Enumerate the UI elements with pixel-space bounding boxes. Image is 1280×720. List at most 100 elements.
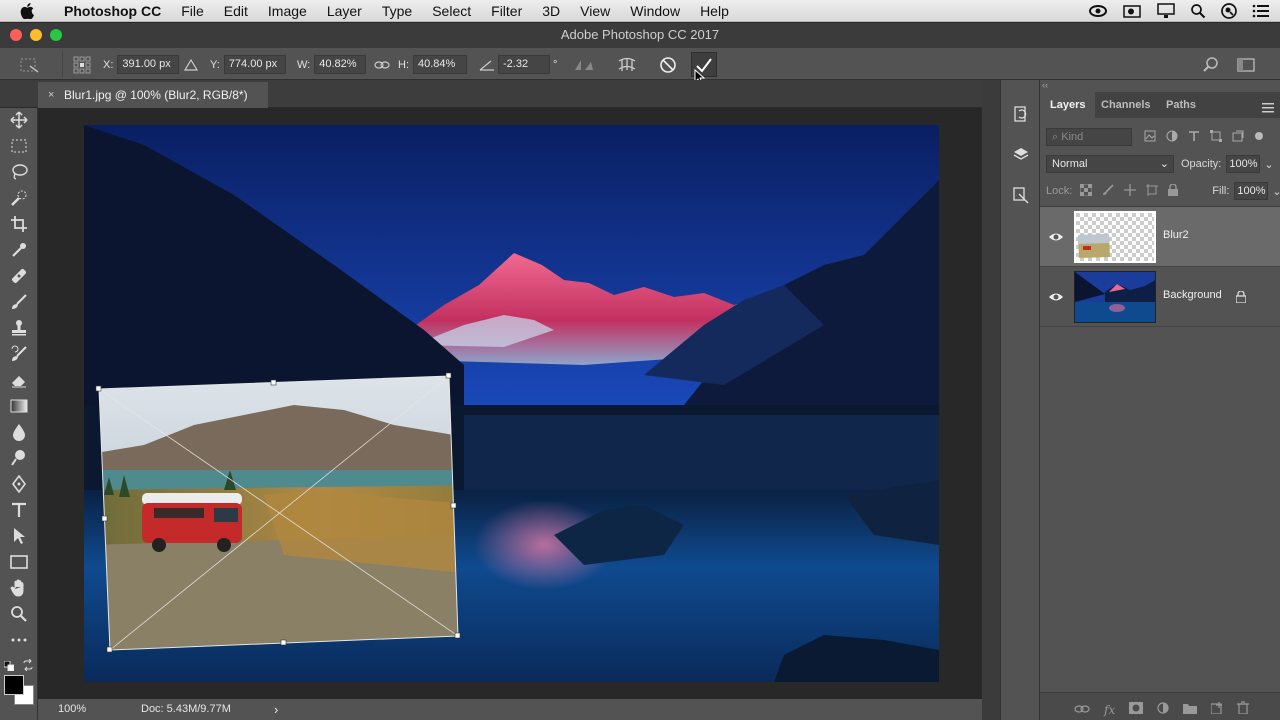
- workspace-icon[interactable]: [1237, 48, 1255, 81]
- status-menu-arrow[interactable]: ›: [274, 699, 278, 720]
- menu-select[interactable]: Select: [422, 0, 481, 22]
- more-tools-icon[interactable]: [9, 630, 29, 650]
- lock-image-icon[interactable]: [1102, 183, 1114, 199]
- tab-paths[interactable]: Paths: [1166, 92, 1196, 118]
- zoom-level[interactable]: 100%: [58, 699, 86, 720]
- default-colors-icon[interactable]: [3, 658, 15, 672]
- filter-adjustment-icon[interactable]: [1166, 130, 1178, 145]
- document-tab[interactable]: × Blur1.jpg @ 100% (Blur2, RGB/8*): [38, 82, 268, 108]
- menu-3d[interactable]: 3D: [532, 0, 570, 22]
- menu-type[interactable]: Type: [372, 0, 422, 22]
- filter-toggle-icon[interactable]: [1254, 131, 1264, 144]
- visibility-eye-icon[interactable]: [1048, 229, 1064, 245]
- fill-chevron-icon[interactable]: ⌄: [1272, 185, 1280, 198]
- warp-mode-icon[interactable]: [616, 48, 638, 81]
- minimize-window-button[interactable]: [30, 29, 42, 41]
- width-field[interactable]: 40.82%: [314, 55, 367, 74]
- link-icon[interactable]: [374, 48, 390, 81]
- menu-layer[interactable]: Layer: [317, 0, 372, 22]
- filter-shape-icon[interactable]: [1210, 129, 1222, 145]
- adjustment-layer-icon[interactable]: [1157, 701, 1169, 719]
- menu-help[interactable]: Help: [690, 0, 739, 22]
- lasso-tool-icon[interactable]: [9, 162, 29, 182]
- hand-tool-icon[interactable]: [9, 578, 29, 598]
- zoom-tool-icon[interactable]: [9, 604, 29, 624]
- close-document-icon[interactable]: ×: [48, 82, 54, 108]
- menu-file[interactable]: File: [171, 0, 214, 22]
- swap-colors-icon[interactable]: [22, 658, 34, 672]
- history-brush-tool-icon[interactable]: [9, 344, 29, 364]
- brush-tool-icon[interactable]: [9, 292, 29, 312]
- notification-center-icon[interactable]: [1252, 4, 1270, 18]
- opacity-chevron-icon[interactable]: ⌄: [1264, 158, 1273, 171]
- background-photo[interactable]: [84, 125, 939, 682]
- history-panel-icon[interactable]: [1011, 104, 1031, 124]
- lock-artboard-icon[interactable]: [1146, 183, 1159, 199]
- filter-pixel-icon[interactable]: [1144, 130, 1156, 145]
- visibility-eye-icon[interactable]: [1048, 289, 1064, 305]
- clone-stamp-tool-icon[interactable]: [9, 318, 29, 338]
- layer-name-background[interactable]: Background: [1163, 289, 1222, 301]
- panel-menu-icon[interactable]: [1262, 100, 1274, 118]
- menu-image[interactable]: Image: [258, 0, 317, 22]
- link-layers-icon[interactable]: [1074, 701, 1090, 719]
- y-position-field[interactable]: 774.00 px: [223, 55, 286, 74]
- close-window-button[interactable]: [10, 29, 22, 41]
- transform-tool-preset-icon[interactable]: [18, 48, 40, 81]
- height-field[interactable]: 40.84%: [413, 55, 467, 74]
- menu-view[interactable]: View: [570, 0, 620, 22]
- apple-icon[interactable]: [20, 2, 40, 19]
- lock-transparent-icon[interactable]: [1079, 183, 1093, 199]
- layer-row-blur2[interactable]: Blur2: [1040, 207, 1280, 267]
- filter-type-icon[interactable]: [1188, 130, 1200, 145]
- layer-style-fx-icon[interactable]: fx: [1104, 703, 1115, 717]
- dodge-tool-icon[interactable]: [9, 448, 29, 468]
- search-icon[interactable]: [1202, 48, 1220, 81]
- x-position-field[interactable]: 391.00 px: [117, 55, 180, 74]
- cancel-transform-button[interactable]: [659, 48, 677, 81]
- display-icon[interactable]: [1156, 3, 1176, 19]
- type-tool-icon[interactable]: [9, 500, 29, 520]
- menu-edit[interactable]: Edit: [214, 0, 258, 22]
- lock-all-icon[interactable]: [1168, 182, 1179, 199]
- tab-channels[interactable]: Channels: [1101, 92, 1151, 118]
- crop-tool-icon[interactable]: [9, 214, 29, 234]
- relative-position-icon[interactable]: [184, 48, 198, 81]
- siri-icon[interactable]: [1220, 2, 1238, 20]
- opacity-field[interactable]: 100%: [1226, 155, 1261, 173]
- pen-tool-icon[interactable]: [9, 474, 29, 494]
- skew-icon[interactable]: [573, 48, 595, 81]
- reference-point-icon[interactable]: [72, 48, 92, 81]
- blur-tool-icon[interactable]: [9, 422, 29, 442]
- creative-cloud-icon[interactable]: [1088, 4, 1108, 18]
- healing-brush-tool-icon[interactable]: [9, 266, 29, 286]
- rotate-angle-field[interactable]: -2.32: [498, 55, 550, 74]
- gradient-tool-icon[interactable]: [9, 396, 29, 416]
- adjustments-panel-icon[interactable]: [1011, 186, 1031, 206]
- zoom-window-button[interactable]: [50, 29, 62, 41]
- filter-smart-object-icon[interactable]: [1232, 130, 1244, 145]
- marquee-tool-icon[interactable]: [9, 136, 29, 156]
- move-tool-icon[interactable]: [9, 110, 29, 130]
- layer-filter-kind-select[interactable]: ⌕ Kind: [1046, 128, 1132, 146]
- document-canvas-area[interactable]: [38, 108, 982, 699]
- eyedropper-tool-icon[interactable]: [9, 240, 29, 260]
- panel-collapse-icon[interactable]: ‹‹: [1042, 80, 1048, 90]
- layer-name-blur2[interactable]: Blur2: [1163, 229, 1189, 241]
- new-group-icon[interactable]: [1183, 701, 1198, 719]
- eraser-tool-icon[interactable]: [9, 370, 29, 390]
- lock-position-icon[interactable]: [1124, 183, 1137, 199]
- delete-layer-icon[interactable]: [1237, 701, 1250, 719]
- menu-app-name[interactable]: Photoshop CC: [54, 0, 171, 22]
- fill-field[interactable]: 100%: [1234, 182, 1269, 200]
- layer-row-background[interactable]: Background: [1040, 267, 1280, 327]
- foreground-color-swatch[interactable]: [4, 675, 24, 695]
- libraries-panel-icon[interactable]: [1011, 144, 1031, 164]
- document-size[interactable]: Doc: 5.43M/9.77M: [141, 699, 231, 720]
- menu-filter[interactable]: Filter: [481, 0, 532, 22]
- rectangle-tool-icon[interactable]: [9, 552, 29, 572]
- camera-icon[interactable]: [1122, 4, 1142, 18]
- blend-mode-select[interactable]: Normal ⌄: [1046, 155, 1174, 173]
- tab-layers[interactable]: Layers: [1040, 92, 1096, 118]
- new-layer-icon[interactable]: [1210, 701, 1223, 719]
